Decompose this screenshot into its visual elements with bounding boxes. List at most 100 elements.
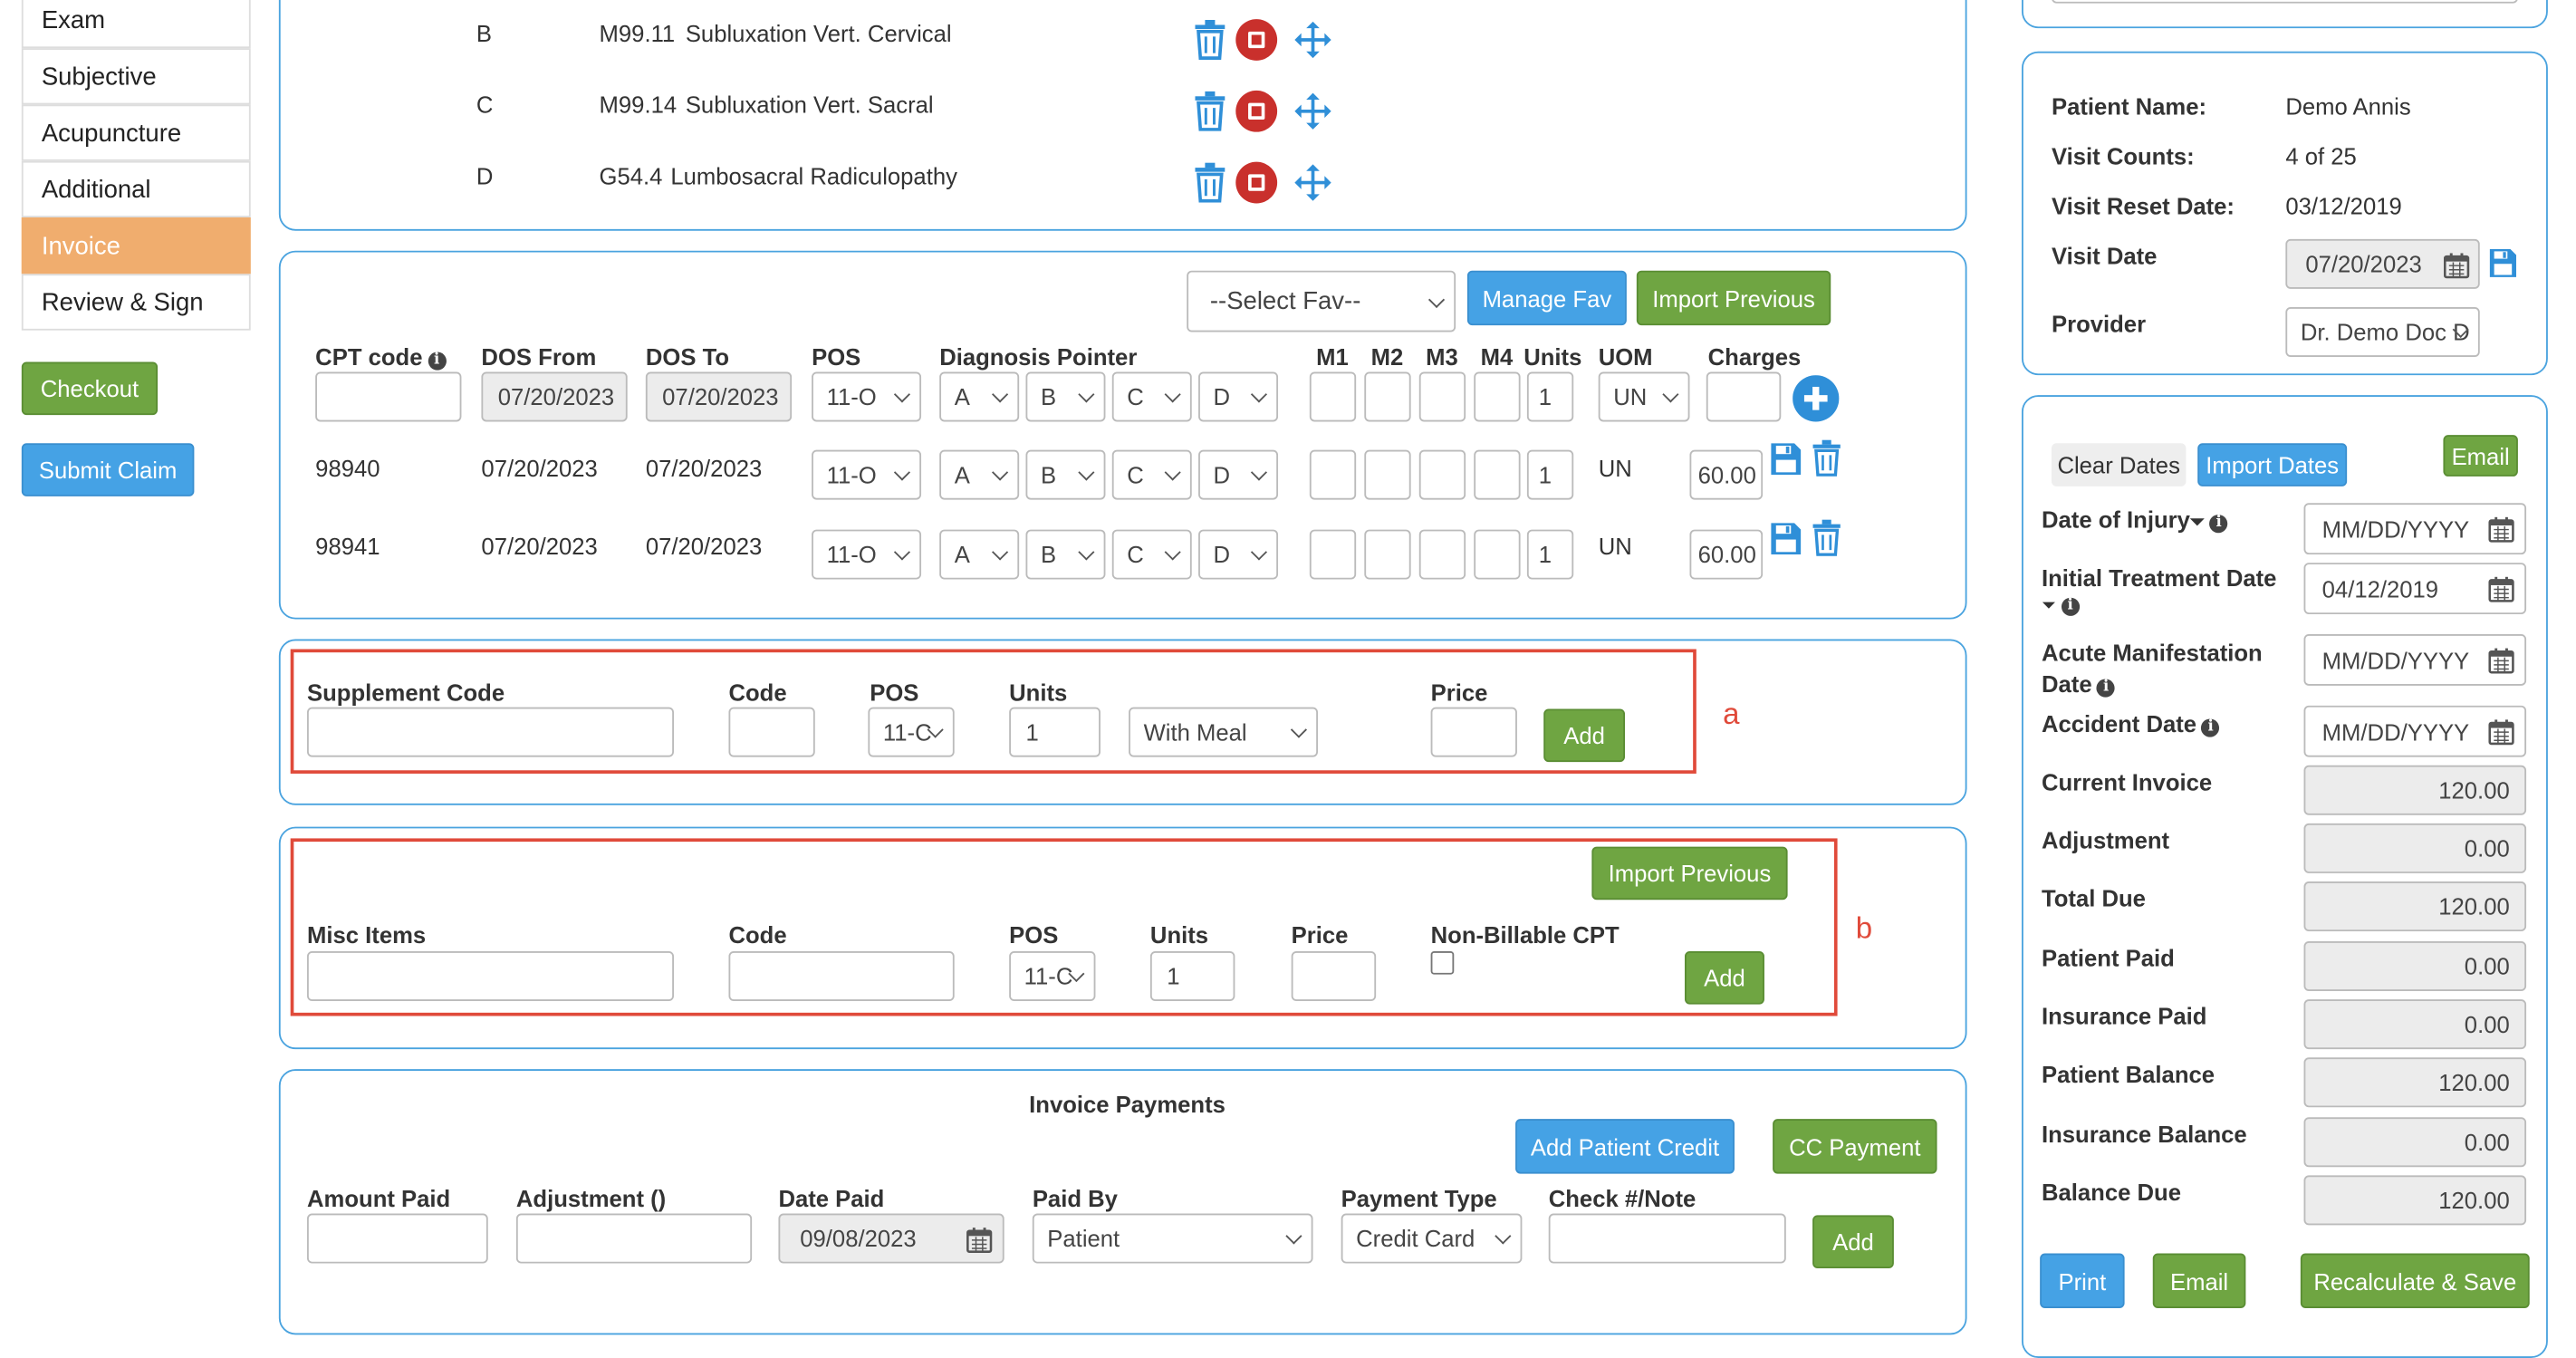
dos-to-input[interactable]: 07/20/2023	[645, 371, 793, 422]
calendar-icon[interactable]	[2488, 516, 2514, 548]
m2-input[interactable]	[1364, 449, 1411, 500]
adjustment-input[interactable]	[515, 1213, 753, 1264]
accident-date-input[interactable]: MM/DD/YYYY	[2303, 705, 2527, 757]
save-icon[interactable]	[2488, 247, 2518, 277]
m3-input[interactable]	[1418, 449, 1466, 500]
m3-input[interactable]	[1418, 371, 1466, 422]
misc-units-input[interactable]: 1	[1149, 951, 1235, 1001]
pos-select[interactable]: 11-O	[812, 449, 922, 500]
checkout-button[interactable]: Checkout	[21, 361, 159, 416]
visit-date-input[interactable]: 07/20/2023	[2285, 238, 2480, 289]
misc-add-button[interactable]: Add	[1684, 951, 1764, 1005]
supplement-add-button[interactable]: Add	[1543, 708, 1626, 763]
payment-type-select[interactable]: Credit Card	[1341, 1213, 1523, 1264]
sidebar-item-invoice[interactable]: Invoice	[21, 217, 251, 274]
supplement-price-input[interactable]	[1430, 707, 1517, 757]
pointer-select-4[interactable]: D	[1198, 529, 1279, 580]
m2-input[interactable]	[1364, 529, 1411, 580]
calendar-icon[interactable]	[2488, 718, 2514, 750]
charges-input[interactable]: 60.00	[1689, 529, 1764, 580]
trash-icon[interactable]	[1809, 518, 1842, 558]
supplement-code-field[interactable]	[728, 707, 815, 757]
trash-icon[interactable]	[1192, 18, 1228, 62]
import-previous-button[interactable]: Import Previous	[1636, 270, 1831, 326]
misc-items-input[interactable]	[307, 951, 674, 1001]
provider-select[interactable]: Dr. Demo Doc D	[2285, 307, 2480, 357]
save-icon[interactable]	[1769, 520, 1802, 556]
initial-treatment-date-input[interactable]: 04/12/2019	[2303, 563, 2527, 615]
meal-select[interactable]: With Meal	[1129, 707, 1319, 757]
import-dates-button[interactable]: Import Dates	[2197, 443, 2348, 486]
m4-input[interactable]	[1474, 449, 1521, 500]
pointer-select-2[interactable]: B	[1025, 371, 1106, 422]
cpt-code-input[interactable]	[315, 371, 462, 422]
trash-icon[interactable]	[1192, 161, 1228, 205]
manage-fav-button[interactable]: Manage Fav	[1466, 270, 1627, 326]
calendar-icon[interactable]	[2443, 253, 2470, 284]
date-of-injury-input[interactable]: MM/DD/YYYY	[2303, 503, 2527, 555]
email-button[interactable]: Email	[2152, 1253, 2246, 1309]
misc-pos-select[interactable]: 11-C	[1009, 951, 1096, 1001]
recalculate-save-button[interactable]: Recalculate & Save	[2300, 1253, 2530, 1309]
units-input[interactable]: 1	[1526, 371, 1574, 422]
paid-by-select[interactable]: Patient	[1032, 1213, 1313, 1264]
pointer-select-4[interactable]: D	[1198, 371, 1279, 422]
pointer-select-1[interactable]: A	[939, 449, 1020, 500]
acute-manifestation-date-input[interactable]: MM/DD/YYYY	[2303, 634, 2527, 686]
cc-payment-button[interactable]: CC Payment	[1773, 1119, 1937, 1174]
sidebar-item-exam[interactable]: Exam	[21, 0, 251, 49]
select-fav-dropdown[interactable]: --Select Fav--	[1187, 270, 1456, 332]
amount-paid-input[interactable]	[307, 1213, 488, 1264]
units-input[interactable]: 1	[1526, 529, 1574, 580]
submit-claim-button[interactable]: Submit Claim	[21, 443, 195, 496]
sidebar-item-acupuncture[interactable]: Acupuncture	[21, 104, 251, 161]
add-patient-credit-button[interactable]: Add Patient Credit	[1515, 1119, 1735, 1174]
check-note-input[interactable]	[1548, 1213, 1786, 1264]
calendar-icon[interactable]	[2488, 576, 2514, 608]
charges-input[interactable]: 60.00	[1689, 449, 1764, 500]
pointer-select-4[interactable]: D	[1198, 449, 1279, 500]
pointer-select-2[interactable]: B	[1025, 529, 1106, 580]
date-paid-input[interactable]: 09/08/2023	[778, 1213, 1004, 1264]
pointer-select-1[interactable]: A	[939, 371, 1020, 422]
m4-input[interactable]	[1474, 529, 1521, 580]
pointer-select-3[interactable]: C	[1111, 529, 1192, 580]
supplement-units-input[interactable]: 1	[1009, 707, 1101, 757]
stop-icon[interactable]	[1235, 18, 1278, 62]
pointer-select-3[interactable]: C	[1111, 449, 1192, 500]
add-row-icon[interactable]	[1791, 373, 1841, 423]
m1-input[interactable]	[1309, 371, 1357, 422]
clear-dates-button[interactable]: Clear Dates	[2051, 443, 2187, 486]
stop-icon[interactable]	[1235, 161, 1278, 205]
save-icon[interactable]	[1769, 440, 1802, 477]
m1-input[interactable]	[1309, 529, 1357, 580]
move-icon[interactable]	[1292, 161, 1335, 205]
m3-input[interactable]	[1418, 529, 1466, 580]
m1-input[interactable]	[1309, 449, 1357, 500]
pos-select[interactable]: 11-O	[812, 529, 922, 580]
trash-icon[interactable]	[1192, 90, 1228, 133]
dos-from-input[interactable]: 07/20/2023	[481, 371, 628, 422]
supplement-code-input[interactable]	[307, 707, 674, 757]
misc-code-input[interactable]	[728, 951, 955, 1001]
sidebar-item-subjective[interactable]: Subjective	[21, 48, 251, 105]
calendar-icon[interactable]	[2488, 648, 2514, 679]
stop-icon[interactable]	[1235, 90, 1278, 133]
uom-select[interactable]: UN	[1598, 371, 1690, 422]
pointer-select-2[interactable]: B	[1025, 449, 1106, 500]
units-input[interactable]: 1	[1526, 449, 1574, 500]
misc-import-previous-button[interactable]: Import Previous	[1591, 846, 1788, 901]
sidebar-item-review-sign[interactable]: Review & Sign	[21, 274, 251, 331]
top-right-input[interactable]	[2051, 0, 2518, 4]
email-dates-button[interactable]: Email	[2443, 435, 2518, 477]
print-button[interactable]: Print	[2040, 1253, 2125, 1309]
pos-select[interactable]: 11-O	[812, 371, 922, 422]
calendar-icon[interactable]	[966, 1227, 993, 1258]
m4-input[interactable]	[1474, 371, 1521, 422]
supplement-pos-select[interactable]: 11-C	[868, 707, 955, 757]
m2-input[interactable]	[1364, 371, 1411, 422]
move-icon[interactable]	[1292, 18, 1335, 62]
trash-icon[interactable]	[1809, 438, 1842, 478]
payment-add-button[interactable]: Add	[1812, 1215, 1894, 1269]
charges-input[interactable]	[1706, 371, 1782, 422]
